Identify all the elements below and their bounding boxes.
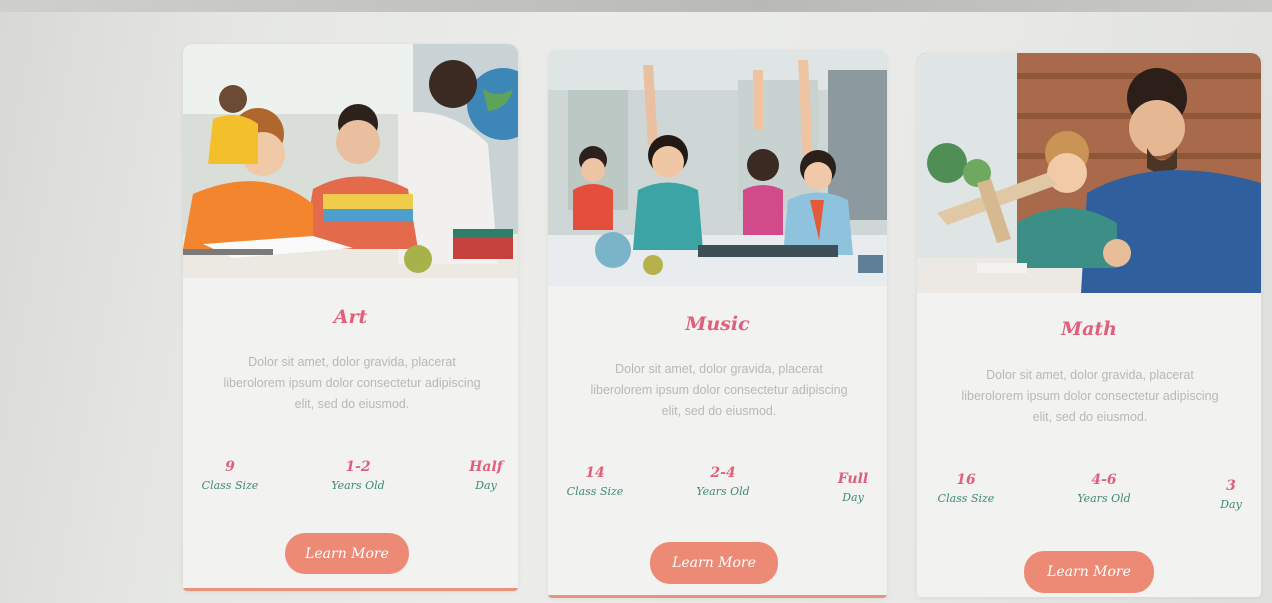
stat-day: Full Day bbox=[828, 470, 878, 506]
stat-day: 3 Day bbox=[1211, 477, 1251, 513]
stat-label: Day bbox=[475, 479, 497, 492]
stat-class-size: 14 Class Size bbox=[560, 464, 630, 500]
stat-label: Years Old bbox=[1077, 492, 1131, 505]
class-card-music: Music Dolor sit amet, dolor gravida, pla… bbox=[548, 50, 887, 598]
stat-value: 1-2 bbox=[345, 459, 371, 475]
class-card-art: Art Dolor sit amet, dolor gravida, place… bbox=[183, 44, 518, 591]
stat-label: Day bbox=[842, 491, 864, 504]
card-accent-line bbox=[183, 588, 518, 591]
stat-label: Class Size bbox=[201, 479, 259, 492]
stat-label: Class Size bbox=[937, 492, 995, 505]
monitor-top-edge bbox=[0, 0, 1272, 12]
card-title: Math bbox=[1061, 318, 1117, 340]
stat-value: 9 bbox=[225, 459, 235, 475]
stat-age: 4-6 Years Old bbox=[1069, 471, 1139, 507]
stat-value: Full bbox=[837, 471, 869, 487]
learn-more-button[interactable]: Learn More bbox=[285, 533, 409, 574]
stat-age: 2-4 Years Old bbox=[688, 464, 758, 500]
stat-day: Half Day bbox=[461, 458, 511, 494]
learn-more-button[interactable]: Learn More bbox=[1024, 551, 1154, 593]
stat-value: 2-4 bbox=[710, 465, 736, 481]
stat-age: 1-2 Years Old bbox=[323, 458, 393, 494]
stat-value: 16 bbox=[956, 472, 976, 488]
stat-class-size: 16 Class Size bbox=[931, 471, 1001, 507]
card-accent-line bbox=[548, 595, 887, 598]
card-title: Music bbox=[685, 313, 750, 335]
card-description: Dolor sit amet, dolor gravida, placerat … bbox=[590, 362, 848, 418]
stat-label: Years Old bbox=[331, 479, 385, 492]
learn-more-button[interactable]: Learn More bbox=[650, 542, 778, 584]
stat-label: Day bbox=[1220, 498, 1242, 511]
stat-class-size: 9 Class Size bbox=[195, 458, 265, 494]
stat-value: 14 bbox=[585, 465, 605, 481]
card-title: Art bbox=[333, 306, 368, 328]
class-photo-art bbox=[183, 44, 518, 278]
stat-value: 4-6 bbox=[1091, 472, 1117, 488]
stat-value: Half bbox=[469, 459, 503, 475]
card-description: Dolor sit amet, dolor gravida, placerat … bbox=[223, 355, 481, 411]
class-photo-math bbox=[917, 53, 1261, 293]
class-photo-music bbox=[548, 50, 887, 286]
class-card-math: Math Dolor sit amet, dolor gravida, plac… bbox=[917, 53, 1261, 597]
card-description: Dolor sit amet, dolor gravida, placerat … bbox=[961, 368, 1219, 424]
stat-value: 3 bbox=[1226, 478, 1236, 494]
stat-label: Class Size bbox=[566, 485, 624, 498]
stat-label: Years Old bbox=[696, 485, 750, 498]
